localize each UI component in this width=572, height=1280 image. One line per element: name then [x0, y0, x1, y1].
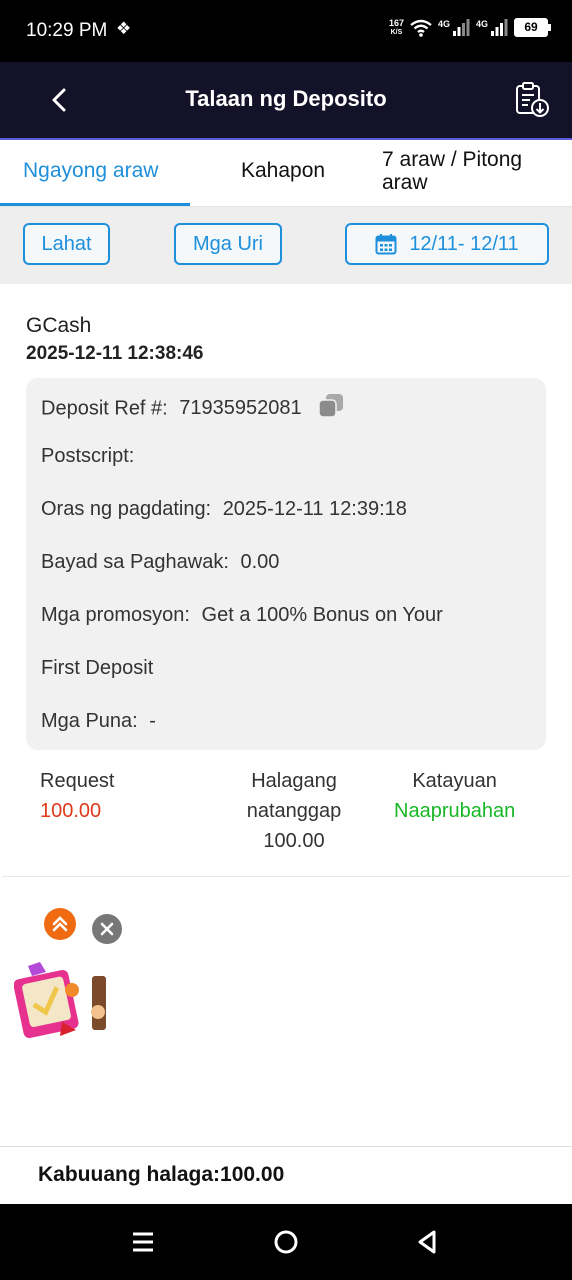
fee-label: Bayad sa Paghawak: [41, 551, 229, 573]
tab-seven-days-label: 7 araw / Pitong araw [382, 148, 523, 194]
filter-all-button[interactable]: Lahat [23, 223, 110, 265]
network-speed-value: 167 [388, 17, 404, 28]
status-indicators: 167 K/S 4G 4G 69 [388, 17, 551, 37]
triangle-back-icon [418, 1230, 436, 1254]
page-title: Talaan ng Deposito [185, 86, 387, 111]
signal-icon [452, 18, 470, 36]
copy-icon[interactable] [317, 392, 345, 426]
fee-row: Bayad sa Paghawak: 0.00 [41, 551, 279, 574]
promo-value-line1: Get a 100% Bonus on Your [201, 604, 443, 626]
postscript-row: Postscript: [41, 445, 134, 468]
remarks-label: Mga Puna: [41, 710, 138, 732]
network-type-1: 4G [437, 18, 450, 29]
promo-close-button[interactable] [92, 914, 122, 944]
total-amount: Kabuuang halaga:100.00 [38, 1163, 285, 1186]
promo-banner-image[interactable] [13, 960, 106, 1042]
deposit-details: Deposit Ref #: 71935952081 Postscript: O… [26, 378, 546, 750]
promo-widget [0, 900, 122, 1050]
gift-box-icon [13, 962, 106, 1039]
close-icon [100, 922, 114, 936]
network-speed-unit: K/S [390, 28, 403, 36]
arrival-row: Oras ng pagdating: 2025-12-11 12:39:18 [41, 498, 407, 521]
arrival-label: Oras ng pagdating: [41, 498, 212, 520]
download-record-button[interactable] [512, 80, 552, 120]
request-value: 100.00 [40, 800, 102, 822]
promo-label: Mga promosyon: [41, 604, 190, 626]
status-time: 10:29 PM [26, 20, 108, 41]
wifi-icon [410, 19, 432, 37]
remarks-value: - [149, 710, 156, 732]
menu-icon [133, 1232, 153, 1252]
recent-apps-button[interactable] [127, 1226, 159, 1258]
request-label: Request [40, 770, 115, 792]
ref-label: Deposit Ref #: [41, 397, 168, 420]
home-button[interactable] [270, 1226, 302, 1258]
tab-yesterday-label: Kahapon [241, 159, 326, 182]
received-label-line2: natanggap [246, 800, 342, 822]
network-type-2: 4G [475, 18, 488, 29]
fee-value: 0.00 [240, 551, 280, 573]
promo-expand-button[interactable] [44, 908, 76, 940]
double-chevron-up-icon [52, 916, 68, 932]
tab-seven-days[interactable]: 7 araw / Pitong araw [370, 140, 570, 206]
status-label: Katayuan [412, 770, 497, 792]
clipboard-download-icon [516, 82, 549, 117]
filter-bar: Lahat Mga Uri 12/11- 12/11 [0, 207, 572, 284]
deposit-record-card: GCash 2025-12-11 12:38:46 Deposit Ref #:… [2, 286, 570, 877]
status-value: Naaprubahan [394, 800, 516, 822]
payment-method: GCash [26, 314, 92, 337]
remarks-row: Mga Puna: - [41, 710, 156, 733]
received-summary: Halagang natanggap 100.00 [228, 766, 360, 856]
deposit-datetime: 2025-12-11 12:38:46 [26, 343, 204, 364]
total-bar: Kabuuang halaga:100.00 [0, 1146, 572, 1205]
network-speed: 167 K/S [388, 17, 404, 37]
ref-row: Deposit Ref #: 71935952081 [41, 392, 345, 426]
promo-row: Mga promosyon: Get a 100% Bonus on Your [41, 604, 443, 627]
filter-types-label: Mga Uri [192, 232, 263, 255]
home-circle-icon [274, 1230, 298, 1254]
arrival-value: 2025-12-11 12:39:18 [222, 498, 407, 520]
date-tabs: Ngayong araw Kahapon 7 araw / Pitong ara… [0, 140, 572, 207]
ref-value: 71935952081 [179, 397, 302, 420]
postscript-label: Postscript: [41, 445, 135, 467]
tab-yesterday[interactable]: Kahapon [200, 140, 370, 206]
promo-value-line2: First Deposit [41, 657, 154, 679]
status-summary: Katayuan Naaprubahan [394, 766, 515, 826]
notification-icon: ❖ [116, 19, 132, 38]
request-summary: Request 100.00 [40, 766, 115, 826]
promo-row-continued: First Deposit [41, 657, 153, 680]
tab-today-label: Ngayong araw [23, 159, 159, 182]
received-label-line1: Halagang [251, 770, 337, 792]
calendar-icon [375, 234, 397, 255]
tab-today[interactable]: Ngayong araw [0, 140, 190, 206]
filter-types-button[interactable]: Mga Uri [174, 223, 282, 265]
date-range-label: 12/11- 12/11 [409, 232, 519, 255]
app-header: Talaan ng Deposito [0, 62, 572, 140]
received-value: 100.00 [263, 830, 325, 852]
system-nav-bar [0, 1204, 572, 1280]
date-range-button[interactable]: 12/11- 12/11 [345, 223, 549, 265]
status-bar: 10:29 PM ❖ 167 K/S 4G 4G 69 [0, 0, 572, 62]
filter-all-label: Lahat [41, 232, 92, 255]
back-nav-button[interactable] [412, 1226, 444, 1258]
battery-indicator: 69 [514, 18, 551, 37]
signal-icon-2 [491, 18, 508, 36]
